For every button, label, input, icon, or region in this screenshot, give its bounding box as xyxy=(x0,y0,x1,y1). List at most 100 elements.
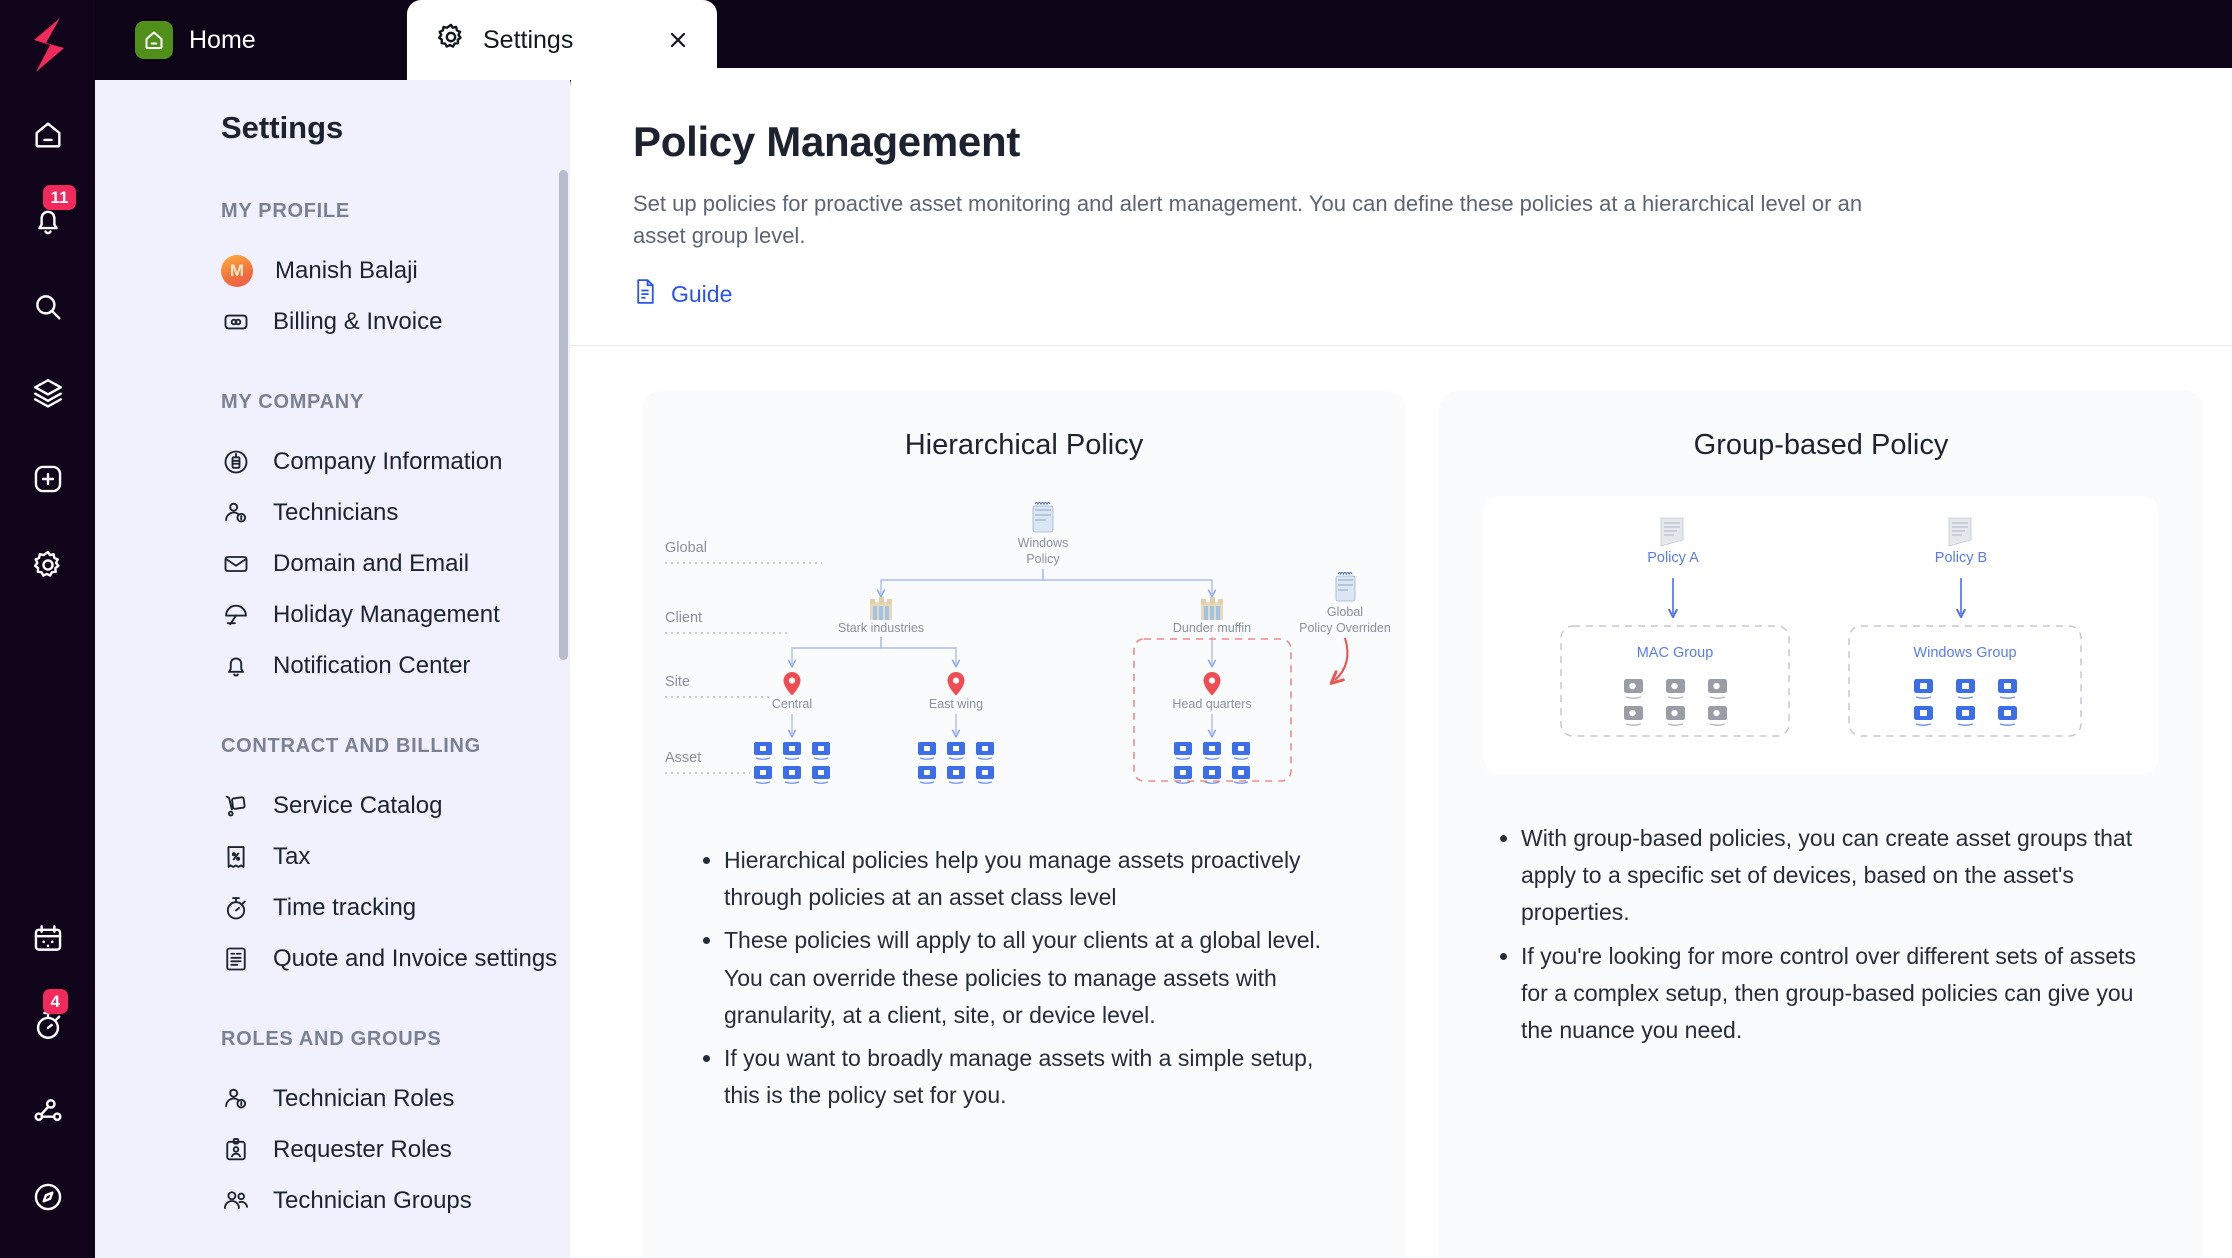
sidebar-item-label: Time tracking xyxy=(273,893,417,921)
bell-icon xyxy=(221,651,251,681)
svg-text:Policy: Policy xyxy=(1026,552,1060,566)
asset-grid-east-wing xyxy=(918,741,994,784)
override-note-line1: Global xyxy=(1327,605,1363,619)
sidebar-item-label: Company Information xyxy=(273,447,503,475)
client-icon-stark xyxy=(870,596,892,620)
card-hierarchical-policy: Hierarchical Policy Global Client Site A… xyxy=(642,390,1406,1258)
sidebar-item-billing-invoice[interactable]: Billing & Invoice xyxy=(95,296,570,347)
primary-nav-rail: 11 4 xyxy=(0,0,95,1258)
mac-group-label: MAC Group xyxy=(1637,645,1714,661)
page-header: Policy Management Set up policies for pr… xyxy=(570,68,2232,346)
sidebar-item-requester-roles[interactable]: Requester Roles xyxy=(95,1124,570,1175)
rail-compass-icon[interactable] xyxy=(25,1174,71,1220)
hierarchical-policy-diagram: Global Client Site Asset Windows Policy … xyxy=(642,496,1406,796)
override-policy-icon xyxy=(1335,571,1356,602)
svg-text:Dunder muffin: Dunder muffin xyxy=(1173,621,1251,635)
sidebar-item-label: Technicians xyxy=(273,498,399,526)
site-pin-head-quarters xyxy=(1203,671,1221,696)
cart-icon xyxy=(221,791,251,821)
sidebar-item-company-information[interactable]: Company Information xyxy=(95,436,570,487)
svg-text:East wing: East wing xyxy=(929,697,983,711)
sidebar-item-technician-roles[interactable]: Technician Roles xyxy=(95,1073,570,1124)
sidebar-item-label: Domain and Email xyxy=(273,549,470,577)
group-based-policy-bullets: With group-based policies, you can creat… xyxy=(1439,774,2203,1086)
root-policy-icon xyxy=(1032,501,1054,533)
policy-a-icon xyxy=(1660,517,1684,547)
windows-group-label: Windows Group xyxy=(1913,645,2016,661)
document-icon xyxy=(633,278,658,311)
rail-calendar-icon[interactable] xyxy=(25,916,71,962)
sidebar-item-technician-groups[interactable]: Technician Groups xyxy=(95,1175,570,1226)
sidebar-item-technicians[interactable]: Technicians xyxy=(95,487,570,538)
tab-home[interactable]: Home xyxy=(107,0,284,80)
settings-tab-gear-icon xyxy=(435,21,467,60)
company-icon xyxy=(221,447,251,477)
rail-bell-icon[interactable]: 11 xyxy=(25,185,77,244)
group-based-policy-diagram: Policy A MAC Group Policy B Windows Grou… xyxy=(1483,495,2159,774)
page-description: Set up policies for proactive asset moni… xyxy=(633,191,1863,248)
rail-plus-circle-icon[interactable] xyxy=(25,456,71,502)
tab-home-label: Home xyxy=(189,25,256,54)
timer-badge: 4 xyxy=(42,989,68,1015)
sidebar-item-label: Service Catalog xyxy=(273,791,443,819)
users-icon xyxy=(221,1186,251,1216)
sidebar-item-domain-and-email[interactable]: Domain and Email xyxy=(95,538,570,589)
sidebar-section-label: MY PROFILE xyxy=(221,200,350,222)
sidebar-item-label: Quote and Invoice settings xyxy=(273,944,558,972)
sidebar-item-holiday-management[interactable]: Holiday Management xyxy=(95,589,570,640)
sidebar-item-label: Technician Roles xyxy=(273,1084,455,1112)
rail-gear-icon[interactable] xyxy=(25,542,71,588)
sidebar-item-service-catalog[interactable]: Service Catalog xyxy=(95,780,570,831)
sidebar-item-label: Tax xyxy=(273,842,311,870)
guide-label: Guide xyxy=(671,280,733,307)
tab-settings-label: Settings xyxy=(483,25,574,54)
sidebar-group-roles-and-groups: ROLES AND GROUPS Technician Roles Reques… xyxy=(95,1028,570,1226)
rail-layers-icon[interactable] xyxy=(25,370,71,416)
sidebar-item-quote-and-invoice-settings[interactable]: Quote and Invoice settings xyxy=(95,933,570,984)
sidebar-section-label: MY COMPANY xyxy=(221,391,364,413)
technician-icon xyxy=(221,498,251,528)
sidebar-scrollbar[interactable] xyxy=(559,170,568,660)
sidebar-item-label: Manish Balaji xyxy=(275,256,418,284)
rail-share-network-icon[interactable] xyxy=(25,1088,71,1134)
sidebar-item-notification-center[interactable]: Notification Center xyxy=(95,640,570,691)
sidebar-item-manish-balaji[interactable]: M Manish Balaji xyxy=(95,245,570,296)
rail-home-icon[interactable] xyxy=(25,112,71,158)
main-content-panel: Policy Management Set up policies for pr… xyxy=(570,68,2232,1258)
mac-asset-grid xyxy=(1624,678,1727,726)
stopwatch-icon xyxy=(221,893,251,923)
svg-text:Central: Central xyxy=(772,697,812,711)
policy-b-icon xyxy=(1948,517,1972,547)
asset-grid-central xyxy=(754,741,830,784)
page-title: Policy Management xyxy=(633,118,1021,165)
invoice-icon xyxy=(221,944,251,974)
site-pin-east-wing xyxy=(947,671,965,696)
tab-close-icon[interactable] xyxy=(661,23,695,57)
list-item: These policies will apply to all your cl… xyxy=(724,922,1350,1034)
sidebar-item-label: Requester Roles xyxy=(273,1135,452,1163)
tier-label-site: Site xyxy=(665,674,690,690)
superops-logo[interactable] xyxy=(20,14,76,76)
settings-sidebar: Settings MY PROFILE M Manish Balaji Bill… xyxy=(95,80,570,1258)
guide-link[interactable]: Guide xyxy=(633,278,732,311)
rail-search-icon[interactable] xyxy=(25,284,71,330)
tier-label-asset: Asset xyxy=(665,750,701,766)
sidebar-item-time-tracking[interactable]: Time tracking xyxy=(95,882,570,933)
card-title: Hierarchical Policy xyxy=(904,428,1144,461)
svg-text:Windows: Windows xyxy=(1018,536,1069,550)
avatar: M xyxy=(221,254,253,287)
umbrella-icon xyxy=(221,600,251,630)
technician-icon xyxy=(221,1084,251,1114)
sidebar-item-label: Billing & Invoice xyxy=(273,307,443,335)
policy-a-label: Policy A xyxy=(1647,550,1699,566)
card-group-based-policy: Group-based Policy Policy A MAC Group Po… xyxy=(1439,390,2203,1258)
list-item: If you're looking for more control over … xyxy=(1521,938,2147,1050)
sidebar-section-label: CONTRACT AND BILLING xyxy=(221,735,481,757)
receipt-percent-icon xyxy=(221,842,251,872)
sidebar-item-tax[interactable]: Tax xyxy=(95,831,570,882)
sidebar-item-label: Holiday Management xyxy=(273,600,500,628)
svg-text:Stark industries: Stark industries xyxy=(838,621,924,635)
rail-timer-icon[interactable]: 4 xyxy=(25,989,71,1048)
sidebar-title: Settings xyxy=(221,110,344,145)
policy-b-label: Policy B xyxy=(1935,550,1987,566)
